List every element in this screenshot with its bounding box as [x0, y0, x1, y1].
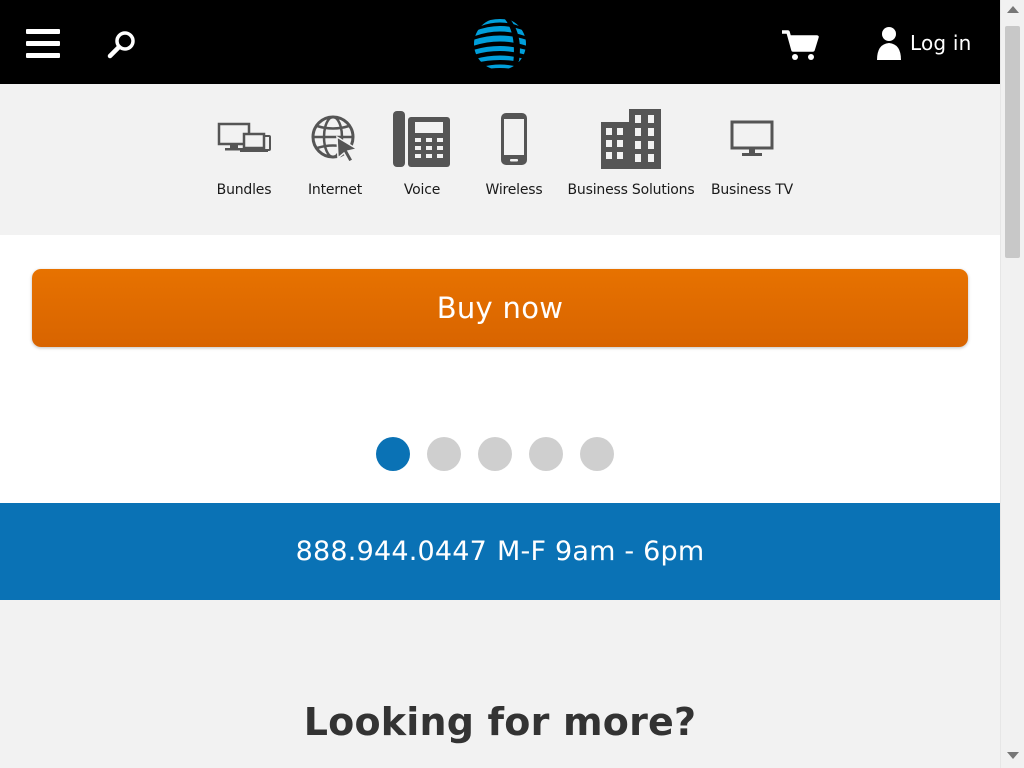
nav-label: Voice — [403, 182, 441, 198]
contact-band: 888.944.0447 M-F 9am - 6pm — [0, 503, 1000, 600]
monitor-icon — [730, 120, 774, 156]
nav-item-business-solutions[interactable]: Business Solutions — [567, 106, 695, 198]
hamburger-menu-icon — [26, 53, 60, 58]
buy-section: Buy now — [0, 235, 1000, 503]
nav-label: Wireless — [485, 182, 543, 198]
hamburger-menu-icon — [26, 29, 60, 34]
search-icon — [107, 31, 135, 59]
search-button[interactable] — [106, 28, 140, 62]
nav-label: Business Solutions — [567, 182, 695, 198]
scroll-down-arrow-icon[interactable] — [1007, 752, 1019, 759]
looking-for-more-heading: Looking for more? — [303, 700, 697, 744]
carousel-dot-4[interactable] — [529, 437, 563, 471]
user-icon — [877, 27, 901, 60]
scrollbar-thumb[interactable] — [1005, 26, 1020, 258]
nav-item-bundles[interactable]: Bundles — [216, 106, 272, 198]
buy-now-button[interactable]: Buy now — [32, 269, 968, 347]
nav-label: Internet — [308, 182, 362, 198]
building-icon — [601, 109, 661, 169]
scroll-up-arrow-icon[interactable] — [1007, 6, 1019, 13]
nav-label: Bundles — [216, 182, 272, 198]
cart-button[interactable] — [780, 28, 820, 62]
menu-button[interactable] — [26, 28, 60, 60]
bundles-icon — [217, 122, 271, 152]
nav-item-internet[interactable]: Internet — [306, 106, 364, 198]
nav-label: Business TV — [710, 182, 794, 198]
shopping-cart-icon — [782, 30, 819, 60]
nav-item-wireless[interactable]: Wireless — [484, 106, 544, 198]
product-nav: Bundles Internet Voice Wireless Business… — [0, 84, 1000, 235]
top-header: Log in — [0, 0, 1000, 84]
hamburger-menu-icon — [26, 41, 60, 46]
phone-number[interactable]: 888.944.0447 — [296, 536, 487, 567]
carousel-dot-5[interactable] — [580, 437, 614, 471]
business-hours: M-F 9am - 6pm — [497, 536, 705, 567]
page: Log in Bundles Internet Voice Wireless B… — [0, 0, 1000, 768]
carousel-indicators — [376, 437, 614, 471]
nav-item-voice[interactable]: Voice — [392, 106, 452, 198]
internet-globe-icon — [311, 115, 359, 163]
carousel-dot-3[interactable] — [478, 437, 512, 471]
vertical-scrollbar[interactable] — [1000, 0, 1024, 768]
mobile-phone-icon — [501, 113, 527, 165]
login-label: Log in — [910, 31, 972, 55]
nav-item-business-tv[interactable]: Business TV — [710, 106, 794, 198]
carousel-dot-1[interactable] — [376, 437, 410, 471]
login-button[interactable]: Log in — [876, 24, 972, 62]
att-globe-logo[interactable] — [473, 17, 527, 71]
carousel-dot-2[interactable] — [427, 437, 461, 471]
desk-phone-icon — [393, 111, 450, 167]
